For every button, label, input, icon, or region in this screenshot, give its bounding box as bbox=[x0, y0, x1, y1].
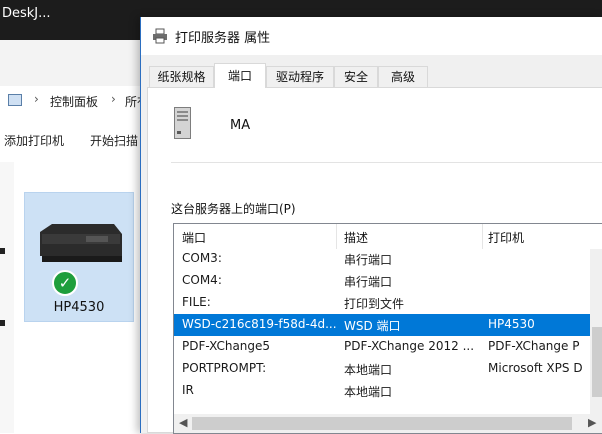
tab-advanced[interactable]: 高级 bbox=[378, 66, 428, 87]
tab-security[interactable]: 安全 bbox=[334, 66, 378, 87]
description-cell: 串行端口 bbox=[344, 275, 393, 289]
background-left-edge bbox=[0, 162, 14, 433]
background-window-title: DeskJ... bbox=[2, 6, 51, 21]
description-cell: 串行端口 bbox=[344, 253, 393, 267]
tab-drivers[interactable]: 驱动程序 bbox=[266, 66, 334, 87]
breadcrumb-control-panel[interactable]: 控制面板 bbox=[50, 93, 98, 110]
description-cell: 打印到文件 bbox=[344, 297, 405, 311]
ports-list[interactable]: 端口 描述 打印机 COM3: 串行端口 COM4: 串行端口 FILE: 打印… bbox=[173, 223, 602, 434]
printer-cell: PDF-XChange P bbox=[488, 339, 580, 353]
dialog-titlebar[interactable]: 打印服务器 属性 bbox=[141, 17, 602, 55]
description-cell: 本地端口 bbox=[344, 385, 393, 399]
server-icon bbox=[174, 107, 191, 139]
port-row[interactable]: PORTPROMPT: 本地端口 Microsoft XPS D bbox=[174, 358, 602, 380]
port-cell: WSD-c216c819-f58d-4d... bbox=[182, 317, 337, 331]
background-edge-mark bbox=[0, 320, 5, 326]
ports-list-header: 端口 描述 打印机 bbox=[174, 224, 602, 249]
background-ribbon-area bbox=[0, 40, 140, 86]
port-cell: COM3: bbox=[182, 251, 222, 265]
horizontal-scrollbar[interactable]: ◀ ▶ bbox=[174, 414, 602, 433]
tab-paper-sizes[interactable]: 纸张规格 bbox=[149, 66, 214, 87]
vertical-scrollbar-thumb[interactable] bbox=[592, 327, 602, 397]
description-cell: 本地端口 bbox=[344, 363, 393, 377]
port-cell: PORTPROMPT: bbox=[182, 361, 267, 375]
control-panel-icon bbox=[8, 94, 22, 106]
column-header-printer[interactable]: 打印机 bbox=[488, 229, 524, 246]
port-cell: COM4: bbox=[182, 273, 222, 287]
column-header-port[interactable]: 端口 bbox=[182, 229, 206, 246]
printer-icon bbox=[40, 224, 122, 262]
description-cell: PDF-XChange 2012 ... bbox=[344, 339, 475, 353]
add-printer-button[interactable]: 添加打印机 bbox=[4, 132, 64, 149]
description-cell: WSD 端口 bbox=[344, 319, 401, 333]
background-edge-mark bbox=[0, 248, 5, 254]
scroll-right-arrow-icon[interactable]: ▶ bbox=[588, 416, 596, 429]
print-server-properties-dialog: 打印服务器 属性 纸张规格 端口 驱动程序 安全 高级 MA 这台服务器上的端口… bbox=[140, 17, 602, 434]
port-row-selected[interactable]: WSD-c216c819-f58d-4d... WSD 端口 HP4530 bbox=[174, 314, 602, 336]
printer-cell: HP4530 bbox=[488, 317, 535, 331]
printer-cell: Microsoft XPS D bbox=[488, 361, 583, 375]
device-name: HP4530 bbox=[53, 300, 105, 315]
printer-title-icon bbox=[153, 28, 167, 44]
port-row[interactable]: FILE: 打印到文件 bbox=[174, 292, 602, 314]
server-name: MA bbox=[230, 118, 251, 133]
horizontal-scrollbar-thumb[interactable] bbox=[192, 417, 572, 430]
devices-toolbar: 添加打印机 开始扫描 bbox=[0, 116, 140, 163]
column-header-description[interactable]: 描述 bbox=[344, 229, 368, 246]
ports-list-label: 这台服务器上的端口(P) bbox=[171, 202, 296, 216]
chevron-right-icon: › bbox=[34, 92, 39, 106]
port-cell: PDF-XChange5 bbox=[182, 339, 271, 353]
column-divider[interactable] bbox=[482, 224, 483, 249]
ports-tab-panel: MA 这台服务器上的端口(P) 端口 描述 打印机 COM3: 串行端口 COM bbox=[147, 87, 602, 434]
column-divider[interactable] bbox=[336, 224, 337, 249]
dialog-body: 纸张规格 端口 驱动程序 安全 高级 MA 这台服务器上的端口(P) 端口 描述… bbox=[141, 55, 602, 434]
port-row[interactable]: IR 本地端口 bbox=[174, 380, 602, 402]
chevron-right-icon: › bbox=[111, 92, 116, 106]
vertical-scrollbar[interactable] bbox=[590, 249, 602, 414]
port-row[interactable]: PDF-XChange5 PDF-XChange 2012 ... PDF-XC… bbox=[174, 336, 602, 358]
scroll-left-arrow-icon[interactable]: ◀ bbox=[179, 416, 187, 429]
port-row[interactable]: COM4: 串行端口 bbox=[174, 270, 602, 292]
address-bar[interactable]: › 控制面板 › 所有 bbox=[0, 86, 149, 117]
default-printer-check-icon: ✓ bbox=[52, 270, 78, 296]
start-scan-button[interactable]: 开始扫描 bbox=[90, 132, 138, 149]
dialog-title: 打印服务器 属性 bbox=[175, 31, 271, 46]
port-cell: FILE: bbox=[182, 295, 211, 309]
port-cell: IR bbox=[182, 383, 194, 397]
tab-ports[interactable]: 端口 bbox=[214, 63, 266, 88]
port-row[interactable]: COM3: 串行端口 bbox=[174, 248, 602, 270]
divider bbox=[171, 162, 602, 163]
